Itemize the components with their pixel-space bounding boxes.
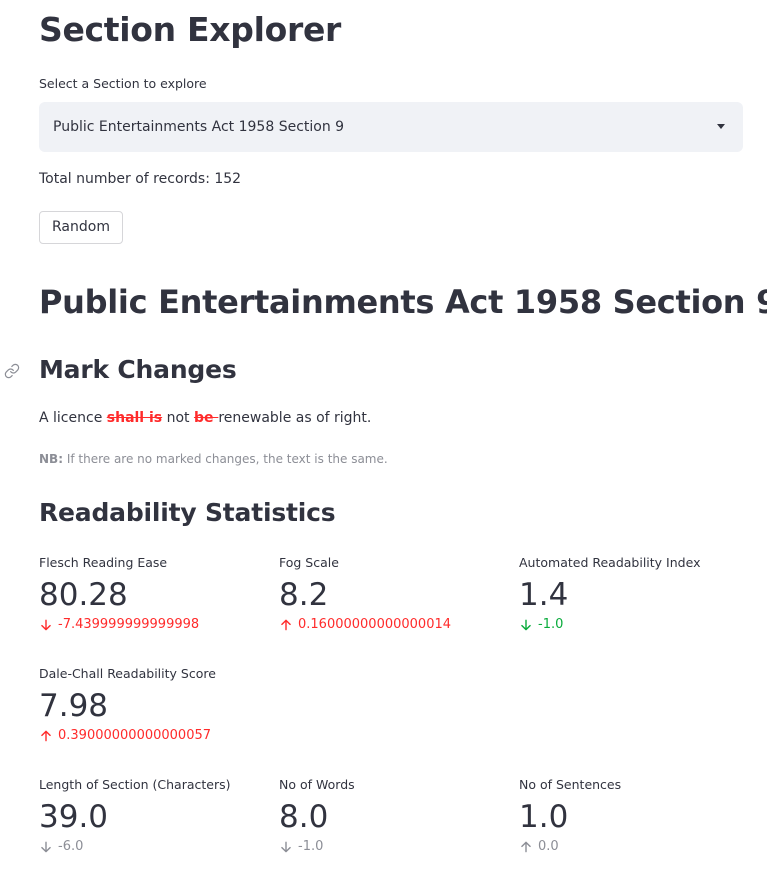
metric-words: No of Words 8.0 -1.0 [279, 777, 509, 854]
metric-delta-value: -6.0 [58, 839, 84, 854]
arrow-down-icon [41, 841, 51, 852]
change-text-middle: not [162, 410, 194, 426]
metric-delta: -1.0 [519, 617, 749, 632]
metric-label: No of Words [279, 777, 355, 792]
metric-label: Fog Scale [279, 555, 339, 570]
metric-value: 8.2 [279, 577, 329, 613]
metric-delta: 0.0 [519, 839, 749, 854]
metric-delta: 0.16000000000000014 [279, 617, 509, 632]
arrow-up-icon [521, 841, 531, 852]
metric-delta: -1.0 [279, 839, 509, 854]
nb-note: NB: If there are no marked changes, the … [39, 452, 388, 466]
page-title: Section Explorer [39, 10, 342, 49]
metric-delta-value: -1.0 [298, 839, 324, 854]
metric-value: 39.0 [39, 799, 109, 835]
metric-delta: 0.39000000000000057 [39, 728, 269, 743]
change-text-before: A licence [39, 410, 107, 426]
metric-value: 8.0 [279, 799, 329, 835]
metric-delta-value: -7.439999999999998 [58, 617, 200, 632]
select-label: Select a Section to explore [39, 76, 207, 91]
metric-value: 7.98 [39, 688, 109, 724]
metric-delta: -6.0 [39, 839, 269, 854]
link-icon[interactable] [3, 363, 21, 379]
arrow-down-icon [521, 619, 531, 630]
metric-delta: -7.439999999999998 [39, 617, 269, 632]
metric-value: 80.28 [39, 577, 128, 613]
arrow-up-icon [41, 730, 51, 741]
metric-delta-value: 0.0 [538, 839, 559, 854]
deleted-text-1: shall is [106, 410, 163, 426]
arrow-down-icon [281, 841, 291, 852]
nb-label: NB: [39, 452, 63, 466]
nb-text: If there are no marked changes, the text… [63, 452, 388, 466]
arrow-down-icon [41, 619, 51, 630]
metric-value: 1.0 [519, 799, 569, 835]
metric-label: Length of Section (Characters) [39, 777, 231, 792]
total-records-text: Total number of records: 152 [39, 171, 242, 187]
metric-label: Flesch Reading Ease [39, 555, 168, 570]
metric-value: 1.4 [519, 577, 569, 613]
metric-label: Dale-Chall Readability Score [39, 666, 216, 681]
random-button[interactable]: Random [39, 211, 123, 244]
readability-heading: Readability Statistics [39, 498, 336, 527]
metric-length: Length of Section (Characters) 39.0 -6.0 [39, 777, 269, 854]
section-title: Public Entertainments Act 1958 Section 9 [39, 283, 767, 321]
metric-label: Automated Readability Index [519, 555, 701, 570]
mark-changes-heading: Mark Changes [39, 355, 237, 384]
section-select[interactable]: Public Entertainments Act 1958 Section 9 [39, 102, 743, 152]
metric-label: No of Sentences [519, 777, 622, 792]
metric-flesch: Flesch Reading Ease 80.28 -7.43999999999… [39, 555, 269, 632]
metric-delta-value: 0.16000000000000014 [298, 617, 452, 632]
metric-delta-value: -1.0 [538, 617, 564, 632]
metric-sentences: No of Sentences 1.0 0.0 [519, 777, 749, 854]
section-select-value: Public Entertainments Act 1958 Section 9 [53, 119, 345, 135]
metric-ari: Automated Readability Index 1.4 -1.0 [519, 555, 749, 632]
chevron-down-icon [717, 124, 725, 129]
metric-dale-chall: Dale-Chall Readability Score 7.98 0.3900… [39, 666, 269, 743]
marked-change-text: A licence shall is not be renewable as o… [39, 410, 371, 426]
metric-fog: Fog Scale 8.2 0.16000000000000014 [279, 555, 509, 632]
change-text-after: renewable as of right. [218, 410, 372, 426]
deleted-text-2: be [193, 410, 219, 426]
arrow-up-icon [281, 619, 291, 630]
metric-delta-value: 0.39000000000000057 [58, 728, 212, 743]
